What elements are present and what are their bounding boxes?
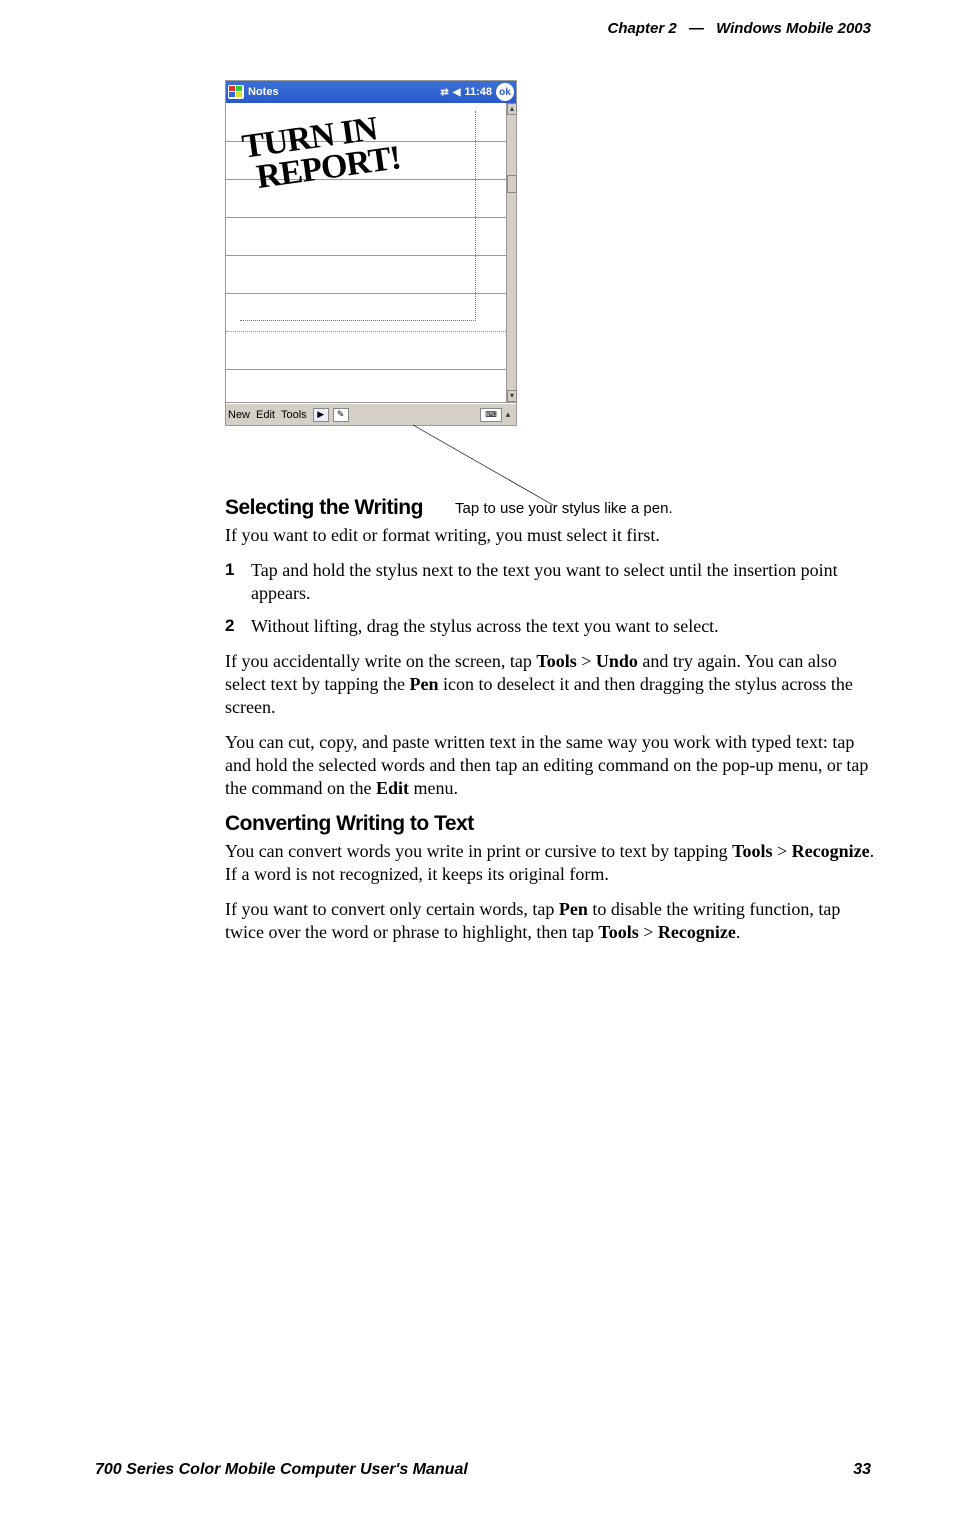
- clock: 11:48: [464, 86, 492, 98]
- step-2: 2Without lifting, drag the stylus across…: [225, 615, 875, 638]
- chapter-number: 2: [668, 20, 676, 37]
- heading-converting: Converting Writing to Text: [225, 812, 875, 836]
- header-title: Windows Mobile 2003: [716, 20, 871, 37]
- menu-edit[interactable]: Edit: [256, 409, 275, 421]
- app-title: Notes: [248, 86, 279, 98]
- menu-tools[interactable]: Tools: [281, 409, 307, 421]
- scrollbar[interactable]: ▴ ▾: [506, 103, 516, 402]
- bottom-toolbar: New Edit Tools ▶ ✎ ⌨ ▴: [226, 403, 516, 425]
- sec2-para2: If you want to convert only certain word…: [225, 898, 875, 944]
- titlebar: Notes ⇄ ◀ 11:48 ok: [226, 81, 516, 103]
- start-flag-icon[interactable]: [228, 85, 244, 99]
- scroll-down-icon[interactable]: ▾: [507, 390, 517, 402]
- pen-icon[interactable]: ✎: [333, 408, 349, 422]
- notes-app-window: Notes ⇄ ◀ 11:48 ok TURN IN REPORT!: [225, 80, 517, 426]
- step-1: 1Tap and hold the stylus next to the tex…: [225, 559, 875, 605]
- callout-text: Tap to use your stylus like a pen.: [455, 500, 673, 517]
- sec2-para1: You can convert words you write in print…: [225, 840, 875, 886]
- page-header: Chapter 2 — Windows Mobile 2003: [608, 20, 871, 37]
- steps-list: 1Tap and hold the stylus next to the tex…: [225, 559, 875, 638]
- screenshot-figure: Notes ⇄ ◀ 11:48 ok TURN IN REPORT!: [225, 80, 875, 426]
- volume-icon[interactable]: ◀: [453, 87, 461, 98]
- menu-new[interactable]: New: [228, 409, 250, 421]
- writing-canvas[interactable]: TURN IN REPORT! ▴ ▾: [226, 103, 516, 403]
- recording-icon[interactable]: ▶: [313, 408, 329, 422]
- connectivity-icon[interactable]: ⇄: [440, 87, 448, 98]
- footer-manual-title: 700 Series Color Mobile Computer User's …: [95, 1461, 468, 1479]
- header-dash: —: [689, 20, 704, 37]
- footer-page-number: 33: [853, 1461, 871, 1479]
- sec1-para-edit: You can cut, copy, and paste written tex…: [225, 731, 875, 800]
- chapter-label: Chapter: [608, 20, 665, 37]
- scroll-thumb[interactable]: [507, 175, 517, 193]
- scroll-up-icon[interactable]: ▴: [507, 103, 517, 115]
- input-selector-icon[interactable]: ▴: [502, 409, 514, 420]
- sec1-para-undo: If you accidentally write on the screen,…: [225, 650, 875, 719]
- keyboard-icon[interactable]: ⌨: [480, 408, 502, 422]
- page-footer: 700 Series Color Mobile Computer User's …: [95, 1461, 871, 1479]
- callout-line: [413, 425, 583, 535]
- ok-button[interactable]: ok: [496, 83, 514, 101]
